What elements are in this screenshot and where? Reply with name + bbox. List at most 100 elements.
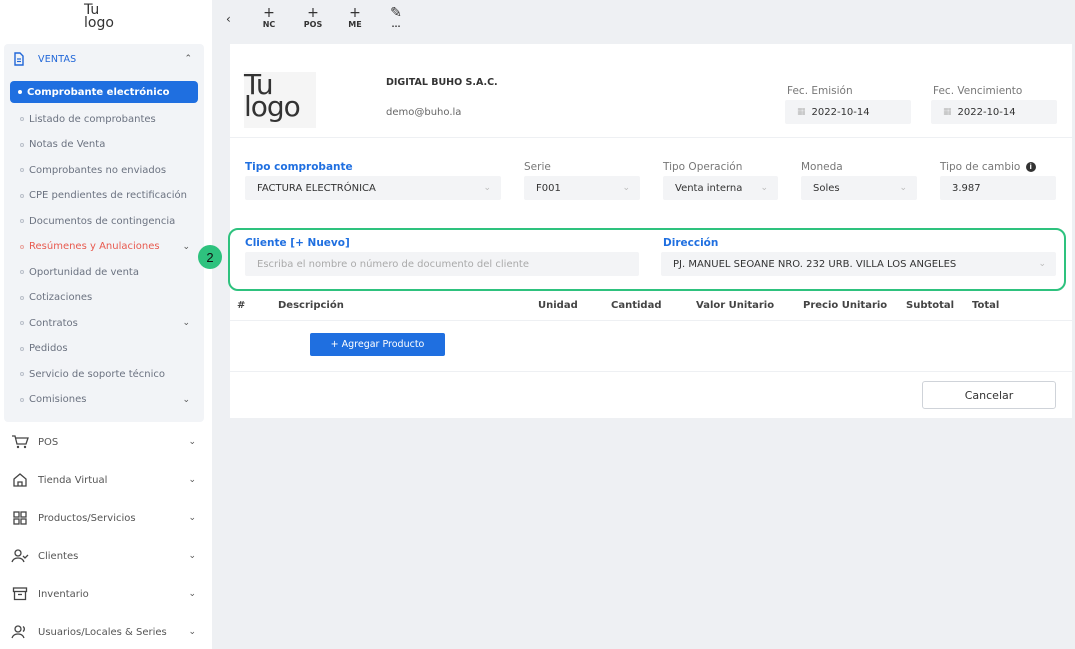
sidebar-item-label: Comisiones [29,394,87,406]
chevron-down-icon: ⌄ [182,241,190,252]
sidebar-item-label: Cotizaciones [29,292,93,304]
bullet-icon [20,346,24,351]
toolbar-button-label: NC [262,20,276,29]
sidebar-item-comisiones[interactable]: Comisiones ⌄ [4,387,204,413]
sidebar-item-cpe-pendientes[interactable]: CPE pendientes de rectificación [4,183,204,209]
sidebar-item-label: Pedidos [29,343,68,355]
cliente-placeholder: Escriba el nombre o número de documento … [257,258,530,270]
app-logo[interactable]: Tu logo [84,3,124,38]
sidebar-item-inventario[interactable]: Inventario ⌄ [10,584,200,604]
tipo-comprobante-select[interactable]: FACTURA ELECTRÓNICA ⌄ [245,176,501,200]
calendar-icon: ▦ [797,107,806,117]
toolbar-button-label: ... [391,20,401,29]
sidebar-item-usuarios[interactable]: Usuarios/Locales & Series ⌄ [10,622,200,642]
plus-icon: + [307,5,319,21]
new-nc-button[interactable]: + NC [254,6,284,38]
chevron-down-icon: ⌄ [188,551,196,561]
cliente-search-input[interactable]: Escriba el nombre o número de documento … [245,252,639,276]
moneda-select[interactable]: Soles ⌄ [801,176,917,200]
bullet-icon [18,90,22,94]
direccion-label: Dirección [663,237,719,249]
sidebar-item-comprobantes-no-enviados[interactable]: Comprobantes no enviados [4,158,204,184]
tipo-operacion-label: Tipo Operación [663,161,743,173]
logo-line2: logo [244,90,301,123]
home-icon [10,470,30,490]
chevron-down-icon: ⌄ [483,183,491,193]
sidebar-item-notas-venta[interactable]: Notas de Venta [4,132,204,158]
ventas-section: VENTAS ⌃ Comprobante electrónico Listado… [4,44,204,422]
new-me-button[interactable]: + ME [340,6,370,38]
edit-more-button[interactable]: ✎ ... [381,6,411,38]
sidebar-item-label: Comprobantes no enviados [29,164,167,176]
bullet-icon [20,397,24,402]
sidebar-item-label: Productos/Servicios [38,512,136,524]
fec-emision-field[interactable]: ▦ 2022-10-14 [785,100,911,124]
cancel-button[interactable]: Cancelar [922,381,1056,409]
col-header-subtotal: Subtotal [906,300,955,311]
cliente-label[interactable]: Cliente [+ Nuevo] [245,237,350,249]
fec-vencimiento-field[interactable]: ▦ 2022-10-14 [931,100,1057,124]
moneda-value: Soles [813,182,840,194]
direccion-select[interactable]: PJ. MANUEL SEOANE NRO. 232 URB. VILLA LO… [661,252,1056,276]
col-header-total: Total [972,300,1000,311]
sidebar-item-contratos[interactable]: Contratos ⌄ [4,311,204,337]
chevron-down-icon: ⌄ [188,627,196,637]
toolbar-button-label: ME [348,20,362,29]
back-button[interactable]: ‹ [226,12,231,26]
bullet-icon [20,219,24,224]
sidebar-item-documentos-contingencia[interactable]: Documentos de contingencia [4,209,204,235]
tipo-cambio-label-wrap: Tipo de cambio i [940,161,1036,173]
sidebar-item-label: Clientes [38,550,79,562]
bullet-icon [20,321,24,326]
bullet-icon [20,193,24,198]
sidebar-item-pedidos[interactable]: Pedidos [4,336,204,362]
chevron-down-icon: ⌄ [622,183,630,193]
sidebar-item-oportunidad-venta[interactable]: Oportunidad de venta [4,260,204,286]
calendar-icon: ▦ [943,107,952,117]
company-email: demo@buho.la [386,107,462,118]
company-logo: Tu logo [244,71,316,128]
sidebar-item-comprobante-electronico[interactable]: Comprobante electrónico [10,81,198,103]
fec-vencimiento-value: 2022-10-14 [957,106,1016,118]
col-header-unidad: Unidad [538,300,578,311]
ventas-label: VENTAS [38,53,77,65]
sidebar-item-cotizaciones[interactable]: Cotizaciones [4,285,204,311]
add-product-button[interactable]: + Agregar Producto [310,333,445,356]
sidebar-item-servicio-soporte[interactable]: Servicio de soporte técnico [4,362,204,388]
divider [230,371,1072,372]
serie-label: Serie [524,161,551,173]
bullet-icon [20,270,24,275]
serie-select[interactable]: F001 ⌄ [524,176,640,200]
chevron-down-icon: ⌄ [188,437,196,447]
sidebar-item-label: Comprobante electrónico [27,86,170,98]
toolbar-button-label: POS [303,20,323,29]
chevron-down-icon: ⌄ [188,475,196,485]
bullet-icon [20,295,24,300]
ventas-header[interactable]: VENTAS ⌃ [12,50,196,68]
fec-vencimiento-label: Fec. Vencimiento [933,85,1023,97]
sidebar-item-label: Servicio de soporte técnico [29,368,166,380]
plus-icon: + [349,5,361,21]
col-header-precio-unitario: Precio Unitario [803,300,888,311]
chevron-up-icon: ⌃ [184,54,192,64]
logo-line2: logo [84,15,114,31]
new-pos-button[interactable]: + POS [298,6,328,38]
sidebar-item-label: POS [38,436,59,448]
tipo-operacion-select[interactable]: Venta interna ⌄ [663,176,778,200]
sidebar-item-label: Notas de Venta [29,139,106,151]
sidebar-item-resumenes-anulaciones[interactable]: Resúmenes y Anulaciones ⌄ [4,234,204,260]
sidebar-item-label: CPE pendientes de rectificación [29,190,188,202]
sidebar-item-productos-servicios[interactable]: Productos/Servicios ⌄ [10,508,200,528]
chevron-down-icon: ⌄ [188,589,196,599]
sidebar-item-listado-comprobantes[interactable]: Listado de comprobantes [4,107,204,133]
sidebar-item-clientes[interactable]: Clientes ⌄ [10,546,200,566]
sidebar-item-label: Usuarios/Locales & Series [38,626,167,638]
sidebar-item-pos[interactable]: POS ⌄ [10,432,200,452]
sidebar-item-label: Oportunidad de venta [29,266,139,278]
tipo-cambio-label: Tipo de cambio [940,161,1021,173]
sidebar-item-tienda-virtual[interactable]: Tienda Virtual ⌄ [10,470,200,490]
tipo-comprobante-label: Tipo comprobante [245,161,353,173]
col-header-index: # [237,300,246,311]
tipo-cambio-input[interactable]: 3.987 [940,176,1056,200]
info-icon[interactable]: i [1025,162,1036,172]
